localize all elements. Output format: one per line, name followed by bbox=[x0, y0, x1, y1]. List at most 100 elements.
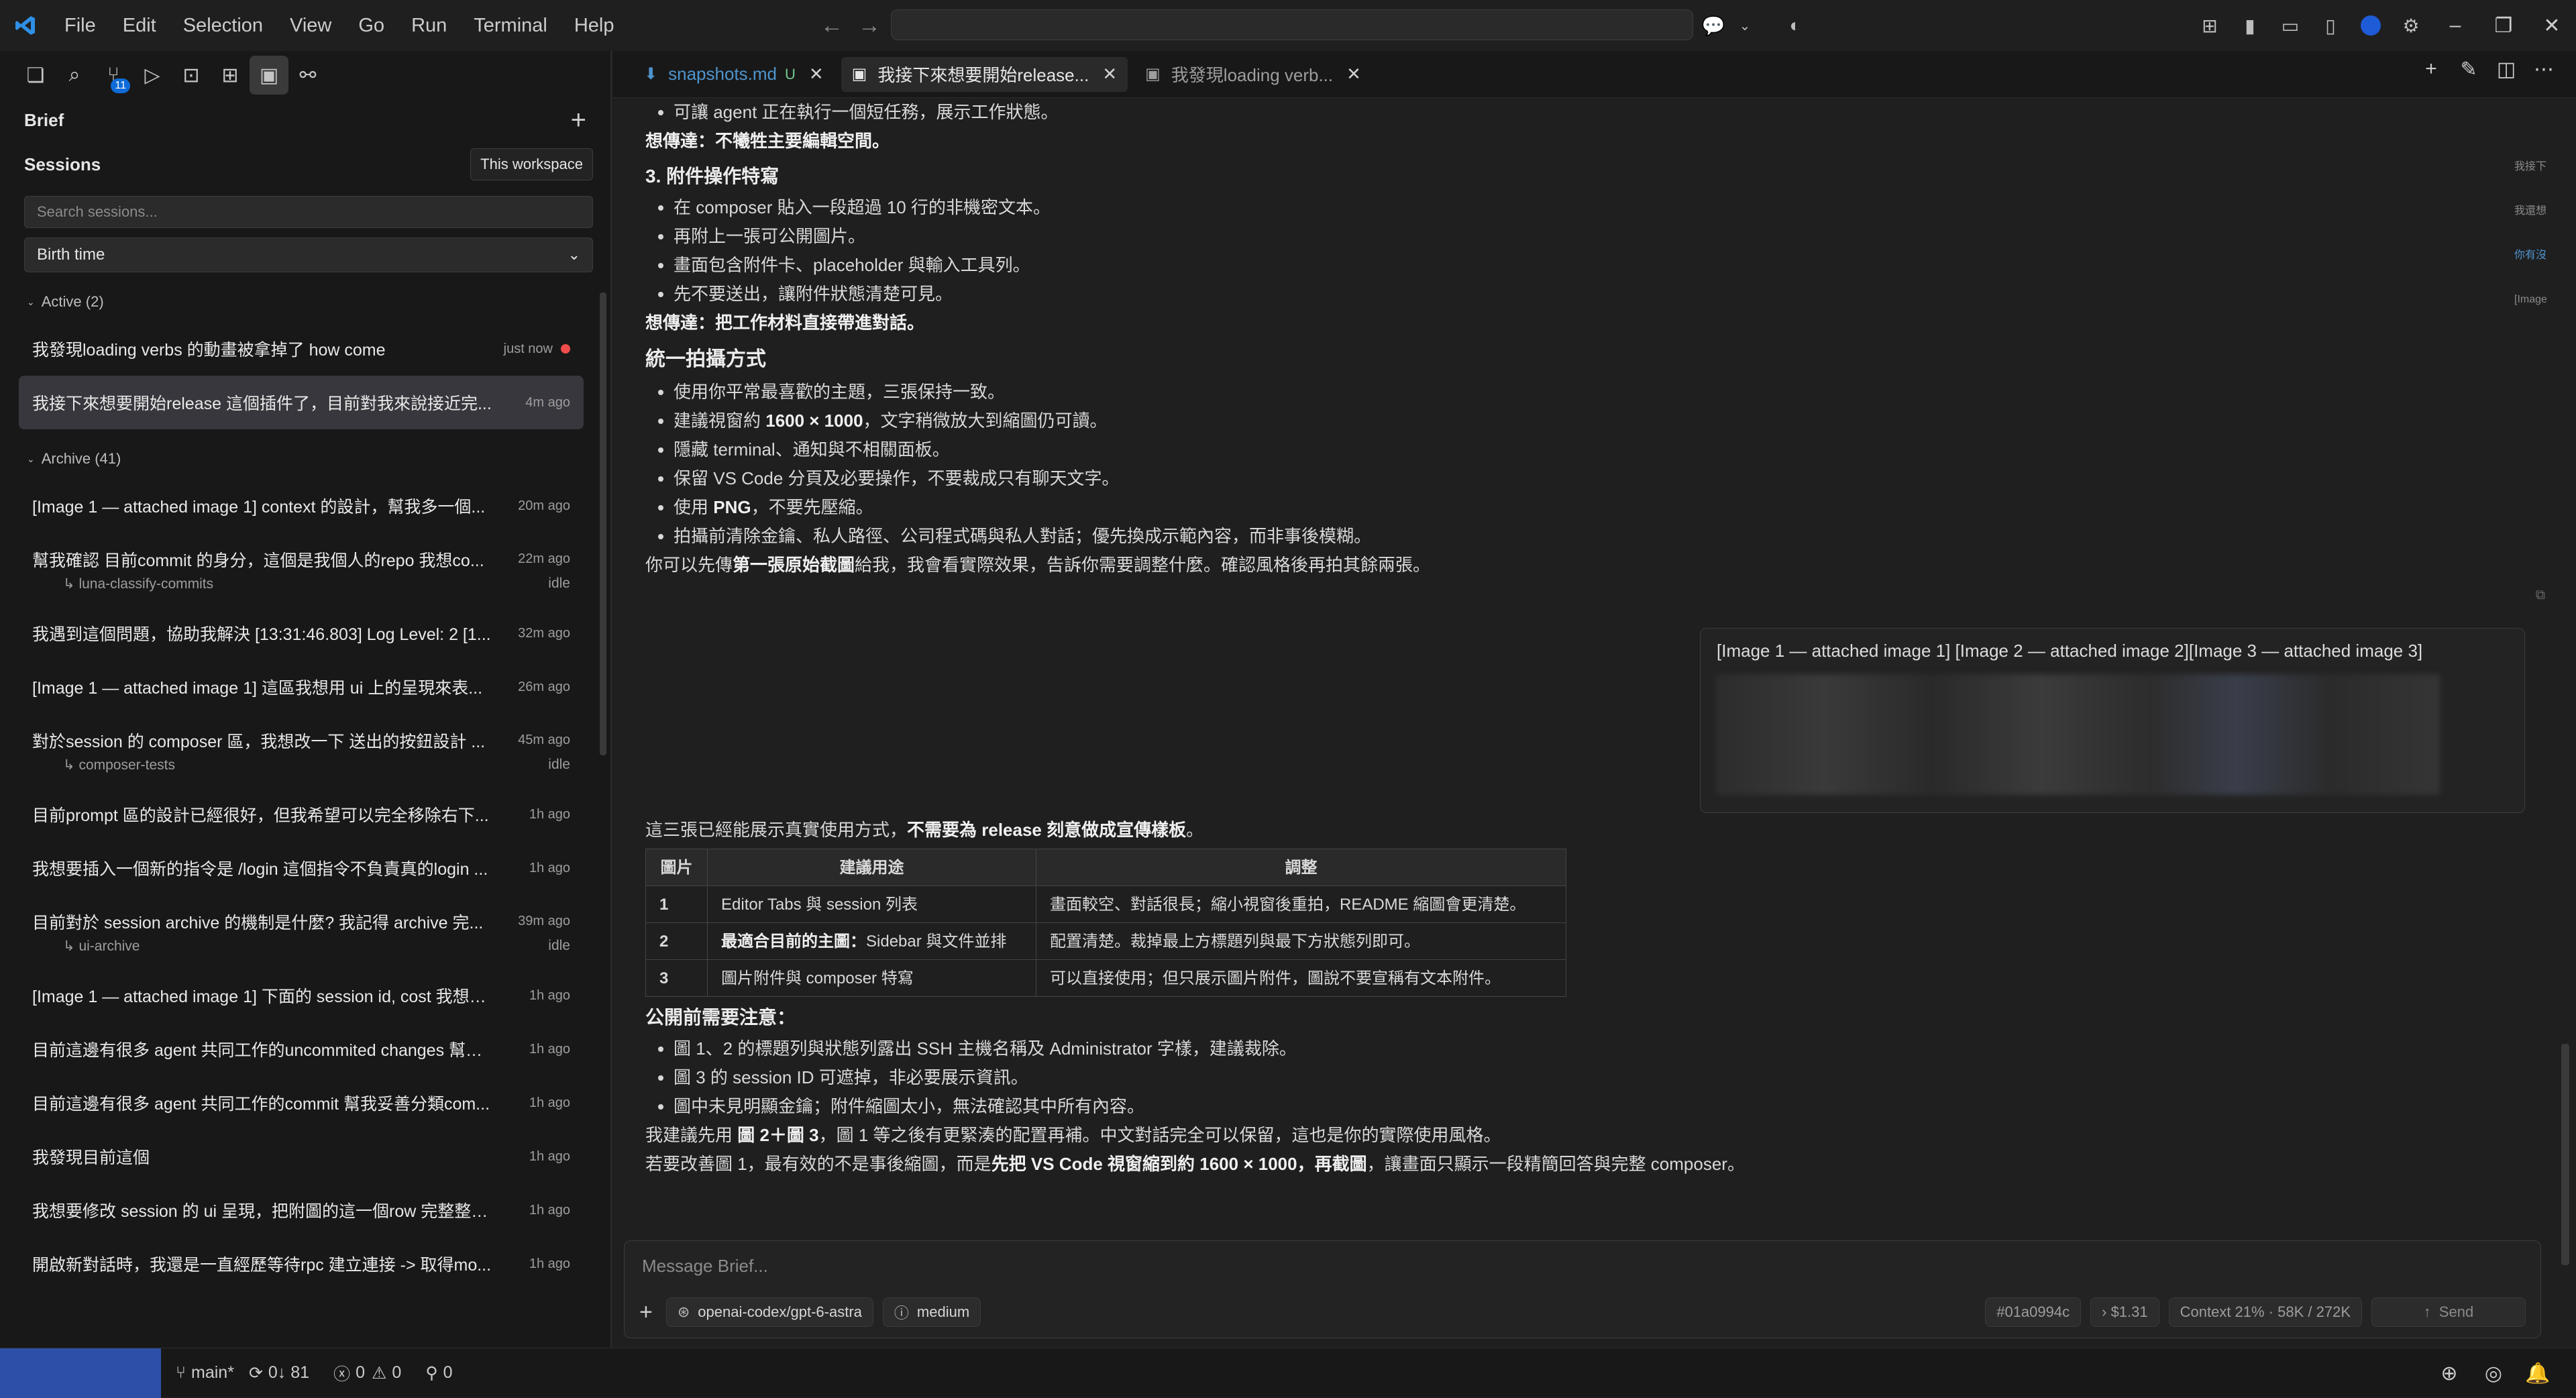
remote-indicator[interactable] bbox=[0, 1348, 161, 1398]
brief-icon[interactable]: ▣ bbox=[250, 56, 288, 95]
session-status: idle bbox=[548, 756, 570, 772]
session-time: 1h ago bbox=[529, 806, 570, 822]
close-tab-icon[interactable]: ✕ bbox=[1102, 64, 1117, 85]
source-control-badge: 11 bbox=[111, 78, 130, 93]
session-item[interactable]: [Image 1 — attached image 1] context 的設計… bbox=[19, 479, 584, 533]
toggle-panel-icon[interactable]: ▭ bbox=[2271, 7, 2309, 44]
session-item[interactable]: 我想要修改 session 的 ui 呈現，把附圖的這一個row 完整整合...… bbox=[19, 1183, 584, 1237]
copilot-icon[interactable]: ◐ bbox=[1776, 7, 1814, 44]
bullet: 建議視窗約 1600 × 1000，文字稍微放大到縮圖仍可讀。 bbox=[674, 407, 2510, 435]
message-input[interactable]: Message Brief... bbox=[642, 1256, 768, 1277]
tab-release-session[interactable]: ▣ 我接下來想要開始release... ✕ bbox=[841, 56, 1128, 92]
effort-icon: ⓘ bbox=[894, 1305, 909, 1322]
session-item[interactable]: 開啟新對話時，我還是一直經歷等待rpc 建立連接 -> 取得mo... 1h ag… bbox=[19, 1237, 584, 1291]
model-selector[interactable]: ⊛ openai-codex/gpt-6-astra bbox=[665, 1297, 873, 1327]
table-row: 1 Editor Tabs 與 session 列表 畫面較空、對話很長；縮小視… bbox=[645, 885, 1566, 923]
minimize-icon[interactable]: – bbox=[2431, 14, 2479, 37]
archive-group-header[interactable]: ⌄ Archive (41) bbox=[0, 439, 610, 479]
command-center[interactable] bbox=[891, 9, 1693, 40]
chat-icon[interactable]: 💬 bbox=[1695, 7, 1732, 44]
vscode-logo-icon bbox=[0, 0, 51, 51]
openai-icon: ⊛ bbox=[677, 1303, 690, 1320]
problems-indicator[interactable]: ⓧ 0 ⚠ 0 bbox=[333, 1361, 401, 1385]
bullet: 圖 1、2 的標題列與狀態列露出 SSH 主機名稱及 Administrator… bbox=[674, 1034, 2510, 1063]
menu-edit[interactable]: Edit bbox=[109, 0, 170, 51]
menu-file[interactable]: File bbox=[51, 0, 109, 51]
menu-help[interactable]: Help bbox=[561, 0, 628, 51]
zoom-icon[interactable]: ⊕ bbox=[2427, 1362, 2471, 1385]
minimap[interactable]: 我接下 我還想 你有沒 [Image bbox=[2514, 145, 2555, 322]
chevron-down-icon: ⌄ bbox=[27, 296, 35, 307]
tab-loading-verbs-session[interactable]: ▣ 我發現loading verb... ✕ bbox=[1134, 57, 1372, 92]
effort-selector[interactable]: ⓘ medium bbox=[882, 1297, 981, 1327]
remote-explorer-icon[interactable]: ⊡ bbox=[172, 56, 211, 95]
customize-layout-icon[interactable]: ⊞ bbox=[2191, 7, 2229, 44]
sidebar-title: Brief bbox=[24, 109, 64, 130]
sidebar-scrollbar[interactable] bbox=[600, 292, 606, 755]
menu-selection[interactable]: Selection bbox=[170, 0, 276, 51]
search-sessions-input[interactable]: Search sessions... bbox=[24, 196, 593, 228]
user-message-text: [Image 1 — attached image 1] [Image 2 — … bbox=[1717, 641, 2423, 661]
accounts-avatar-icon[interactable] bbox=[2352, 7, 2390, 44]
copilot-status-icon[interactable]: ◎ bbox=[2471, 1362, 2516, 1385]
cost-badge: › $1.31 bbox=[2090, 1297, 2159, 1327]
close-tab-icon[interactable]: ✕ bbox=[1346, 64, 1361, 85]
session-status: idle bbox=[548, 575, 570, 591]
more-actions-icon[interactable]: ⋯ bbox=[2525, 58, 2563, 81]
search-icon[interactable]: ⌕ bbox=[55, 56, 94, 95]
restore-icon[interactable]: ❐ bbox=[2479, 14, 2528, 38]
sort-select[interactable]: Birth time ⌄ bbox=[24, 237, 593, 272]
tab-snapshots-md[interactable]: ⬇ snapshots.md U ✕ bbox=[633, 57, 835, 92]
session-title: 我想要插入一個新的指令是 /login 這個指令不負責真的login ... bbox=[32, 860, 488, 879]
sync-indicator[interactable]: ⟳ 0↓ 81 bbox=[249, 1363, 309, 1383]
close-window-icon[interactable]: ✕ bbox=[2528, 14, 2576, 38]
session-time: 20m ago bbox=[518, 498, 570, 513]
toggle-secondary-sidebar-icon[interactable]: ▯ bbox=[2312, 7, 2349, 44]
menu-terminal[interactable]: Terminal bbox=[460, 0, 561, 51]
back-arrow-icon[interactable]: ← bbox=[813, 13, 851, 39]
run-debug-icon[interactable]: ▷ bbox=[133, 56, 172, 95]
new-session-plus-icon[interactable]: + bbox=[571, 105, 586, 136]
session-item[interactable]: 幫我確認 目前commit 的身分，這個是我個人的repo 我想co... 22m… bbox=[19, 533, 584, 606]
session-item[interactable]: 目前對於 session archive 的機制是什麼? 我記得 archive… bbox=[19, 895, 584, 969]
forward-arrow-icon[interactable]: → bbox=[851, 13, 888, 39]
session-item[interactable]: 我發現目前這個 1h ago bbox=[19, 1130, 584, 1183]
explorer-icon[interactable]: ❏ bbox=[16, 56, 55, 95]
session-item[interactable]: 我遇到這個問題，協助我解決 [13:31:46.803] Log Level: … bbox=[19, 606, 584, 660]
attach-plus-icon[interactable]: + bbox=[639, 1299, 653, 1326]
close-tab-icon[interactable]: ✕ bbox=[809, 64, 824, 85]
settings-gear-icon[interactable]: ⚙ bbox=[2392, 7, 2430, 44]
menu-run[interactable]: Run bbox=[398, 0, 460, 51]
send-button[interactable]: ↑ Send bbox=[2371, 1297, 2526, 1327]
menu-view[interactable]: View bbox=[276, 0, 345, 51]
edit-pencil-icon[interactable]: ✎ bbox=[2450, 58, 2487, 81]
active-group-header[interactable]: ⌄ Active (2) bbox=[0, 282, 610, 322]
session-item[interactable]: 我發現loading verbs 的動畫被拿掉了 how come just n… bbox=[19, 322, 584, 376]
timeline-icon[interactable]: ⚯ bbox=[288, 56, 327, 95]
session-item[interactable]: 目前這邊有很多 agent 共同工作的commit 幫我妥善分類com... 1h… bbox=[19, 1076, 584, 1130]
new-plus-icon[interactable]: + bbox=[2412, 58, 2450, 81]
this-workspace-button[interactable]: This workspace bbox=[470, 148, 593, 180]
split-editor-icon[interactable]: ◫ bbox=[2487, 58, 2525, 81]
ports-indicator[interactable]: ⚲ 0 bbox=[425, 1363, 452, 1383]
editor-scrollbar[interactable] bbox=[2561, 1044, 2569, 1265]
session-item[interactable]: 目前prompt 區的設計已經很好，但我希望可以完全移除右下... 1h ago bbox=[19, 788, 584, 841]
extensions-icon[interactable]: ⊞ bbox=[211, 56, 250, 95]
menu-go[interactable]: Go bbox=[345, 0, 398, 51]
tab-label: 我接下來想要開始release... bbox=[877, 65, 1089, 85]
session-item[interactable]: 對於session 的 composer 區，我想改一下 送出的按鈕設計 ...… bbox=[19, 714, 584, 788]
session-item-selected[interactable]: 我接下來想要開始release 這個插件了，目前對我來說接近完... 4m ag… bbox=[19, 376, 584, 429]
session-item[interactable]: [Image 1 — attached image 1] 這區我想用 ui 上的… bbox=[19, 660, 584, 714]
session-item[interactable]: 目前這邊有很多 agent 共同工作的uncommited changes 幫我… bbox=[19, 1022, 584, 1076]
warning-icon: ⚠ bbox=[371, 1363, 387, 1383]
copy-icon[interactable]: ⧉ bbox=[2536, 588, 2545, 603]
session-item[interactable]: [Image 1 — attached image 1] 下面的 session… bbox=[19, 969, 584, 1022]
notifications-bell-icon[interactable]: 🔔 bbox=[2516, 1362, 2560, 1385]
toggle-sidebar-icon[interactable]: ▮ bbox=[2231, 7, 2269, 44]
section-heading: 3. 附件操作特寫 bbox=[645, 166, 780, 186]
session-item[interactable]: 我想要插入一個新的指令是 /login 這個指令不負責真的login ... 1h… bbox=[19, 841, 584, 895]
branch-indicator[interactable]: ⑂ main* bbox=[176, 1363, 234, 1383]
attached-image-thumbnails[interactable] bbox=[1715, 674, 2440, 795]
source-control-icon[interactable]: ⑂ 11 bbox=[94, 56, 133, 95]
chevron-down-icon[interactable]: ⌄ bbox=[1735, 7, 1755, 44]
